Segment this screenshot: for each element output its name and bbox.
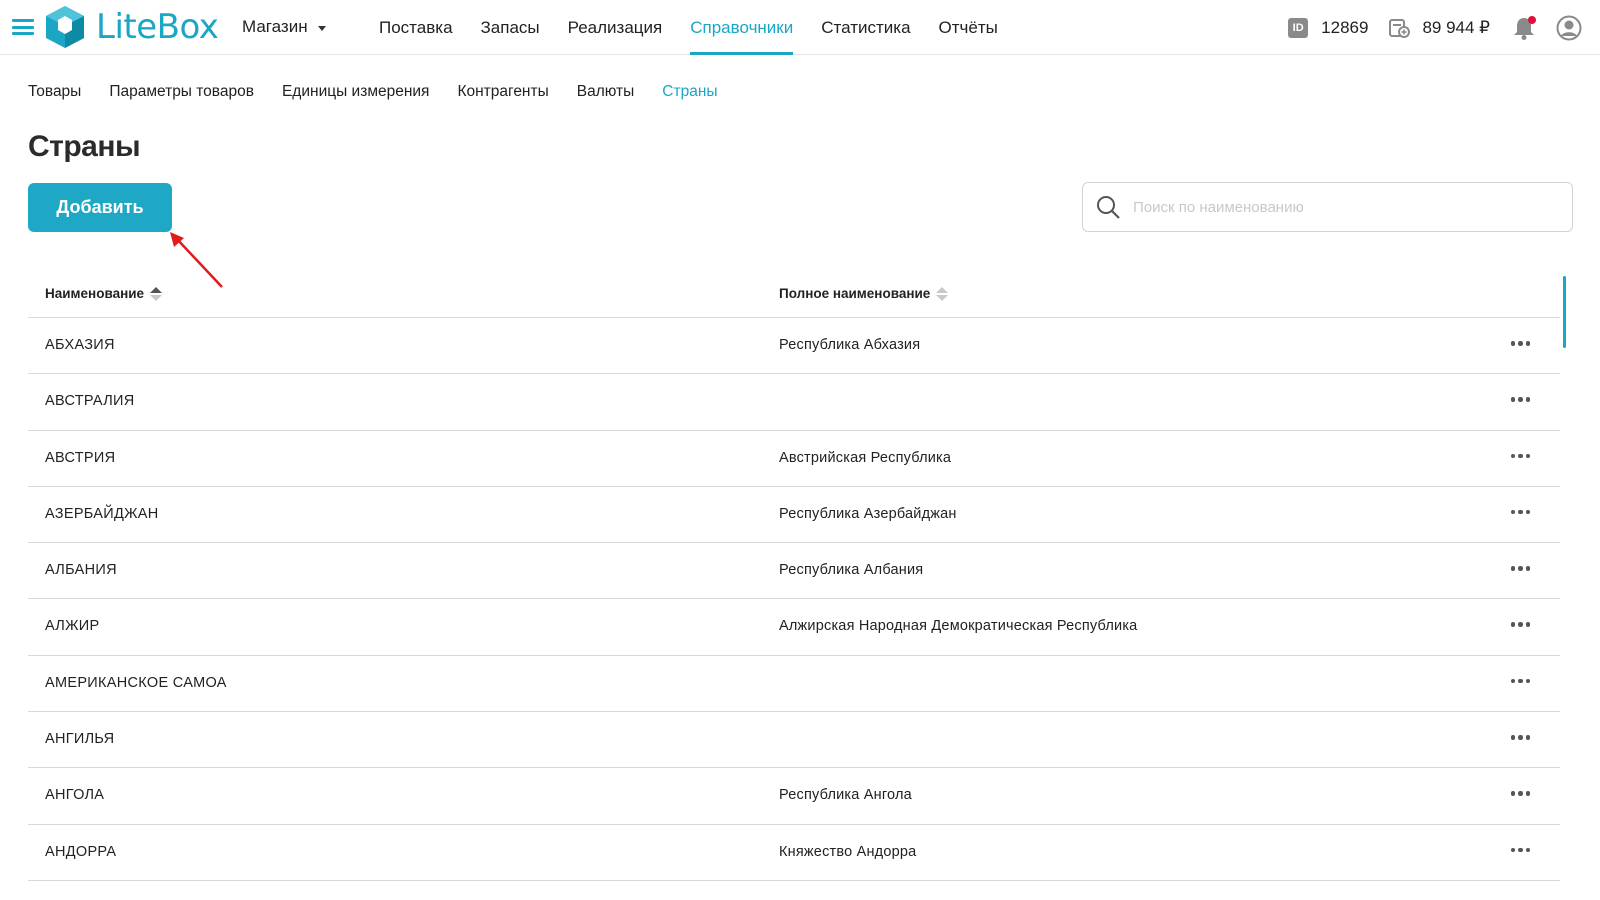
notifications-button[interactable] [1512,15,1536,41]
logo[interactable]: LiteBox [44,4,219,50]
user-avatar-icon[interactable] [1556,15,1582,41]
nav-item-statistika[interactable]: Статистика [821,0,910,55]
page-title: Страны [28,130,141,163]
column-header-full-name-label: Полное наименование [779,286,931,301]
row-name: АВСТРАЛИЯ [45,393,135,410]
store-selector[interactable]: Магазин [242,17,326,37]
row-name: АНДОРРА [45,843,117,860]
column-header-name[interactable]: Наименование [45,286,163,301]
table-row[interactable]: АЛБАНИЯ Республика Албания [28,543,1560,600]
row-name: АНГОЛА [45,787,105,804]
account-id-value: 12869 [1321,18,1369,37]
table-row[interactable]: АВСТРАЛИЯ [28,374,1560,431]
table-row[interactable]: АМЕРИКАНСКОЕ САМОА [28,656,1560,713]
more-dots-icon[interactable] [1510,678,1530,684]
add-button[interactable]: Добавить [28,183,172,232]
header-tools: ID 12869 89 944 ₽ [1288,14,1600,42]
sub-nav: Товары Параметры товаров Единицы измерен… [28,80,746,104]
nav-item-otchety[interactable]: Отчёты [939,0,998,55]
row-full-name: Княжество Андорра [779,843,917,860]
more-dots-icon[interactable] [1510,735,1530,740]
table-row[interactable]: АЗЕРБАЙДЖАН Республика Азербайджан [28,487,1560,544]
more-dots-icon[interactable] [1510,509,1530,515]
row-full-name: Республика Албания [779,562,924,579]
row-full-name: Республика Азербайджан [779,505,957,522]
column-header-full-name[interactable]: Полное наименование [779,286,949,301]
subnav-item-edinitsy[interactable]: Единицы измерения [282,80,429,104]
logo-text: LiteBox [96,7,219,47]
table-row[interactable]: АВСТРИЯ Австрийская Республика [28,431,1560,487]
nav-item-postavka[interactable]: Поставка [379,0,453,55]
id-icon: ID [1288,18,1309,38]
row-name: АМЕРИКАНСКОЕ САМОА [45,674,227,691]
subnav-item-parametry[interactable]: Параметры товаров [109,80,254,104]
store-label: Магазин [242,17,308,36]
subnav-item-strany[interactable]: Страны [662,80,717,104]
column-header-name-label: Наименование [45,286,145,301]
subnav-item-tovary[interactable]: Товары [28,80,81,104]
countries-table: Наименование Полное наименование АБХАЗИЯ… [28,270,1560,881]
row-full-name: Республика Ангола [779,787,912,804]
row-full-name: Австрийская Республика [779,449,952,466]
notification-dot [1528,16,1536,24]
more-dots-icon[interactable] [1510,453,1530,459]
table-body: АБХАЗИЯ Республика Абхазия АВСТРАЛИЯ АВСТРИ… [28,318,1560,881]
sort-icon[interactable] [150,286,163,301]
wallet-icon [1389,19,1411,38]
row-name: АБХАЗИЯ [45,337,115,353]
table-row[interactable]: АНГИЛЬЯ [28,712,1560,769]
more-dots-icon[interactable] [1510,622,1530,627]
top-bar: LiteBox Магазин Поставка Запасы Реализац… [0,0,1600,55]
sort-icon[interactable] [936,286,949,301]
table-row[interactable]: АНГОЛА Республика Ангола [28,768,1560,825]
more-dots-icon[interactable] [1510,397,1530,402]
more-dots-icon[interactable] [1510,791,1530,796]
row-name: АЛЖИР [45,618,100,635]
subnav-item-kontragenty[interactable]: Контрагенты [457,80,548,104]
table-row[interactable]: АНДОРРА Княжество Андорра [28,825,1560,881]
nav-item-zapasy[interactable]: Запасы [481,0,540,55]
more-dots-icon[interactable] [1510,847,1530,853]
table-header: Наименование Полное наименование [28,270,1560,318]
row-name: АЛБАНИЯ [45,562,117,579]
account-id[interactable]: ID 12869 [1288,18,1368,38]
nav-item-realizatsiya[interactable]: Реализация [568,0,663,55]
nav-item-spravochniki[interactable]: Справочники [690,0,794,55]
row-name: АВСТРИЯ [45,449,116,466]
row-name: АНГИЛЬЯ [45,731,115,748]
row-full-name: Республика Абхазия [779,337,921,353]
chevron-down-icon [317,25,326,31]
more-dots-icon[interactable] [1510,341,1530,346]
menu-icon[interactable] [12,19,34,35]
scrollbar[interactable] [1563,276,1566,348]
balance[interactable]: 89 944 ₽ [1368,17,1490,39]
more-dots-icon[interactable] [1510,566,1530,571]
table-row[interactable]: АЛЖИР Алжирская Народная Демократическая … [28,599,1560,656]
main-nav: Поставка Запасы Реализация Справочники С… [379,0,1026,55]
search-icon [1097,196,1120,219]
search-box [1082,182,1573,232]
row-name: АЗЕРБАЙДЖАН [45,505,159,522]
row-full-name: Алжирская Народная Демократическая Респу… [779,618,1138,635]
balance-value: 89 944 ₽ [1422,18,1490,37]
search-input[interactable] [1133,187,1572,227]
subnav-item-valyuty[interactable]: Валюты [577,80,635,104]
table-row[interactable]: АБХАЗИЯ Республика Абхазия [28,318,1560,375]
logo-cube-icon [46,6,84,48]
